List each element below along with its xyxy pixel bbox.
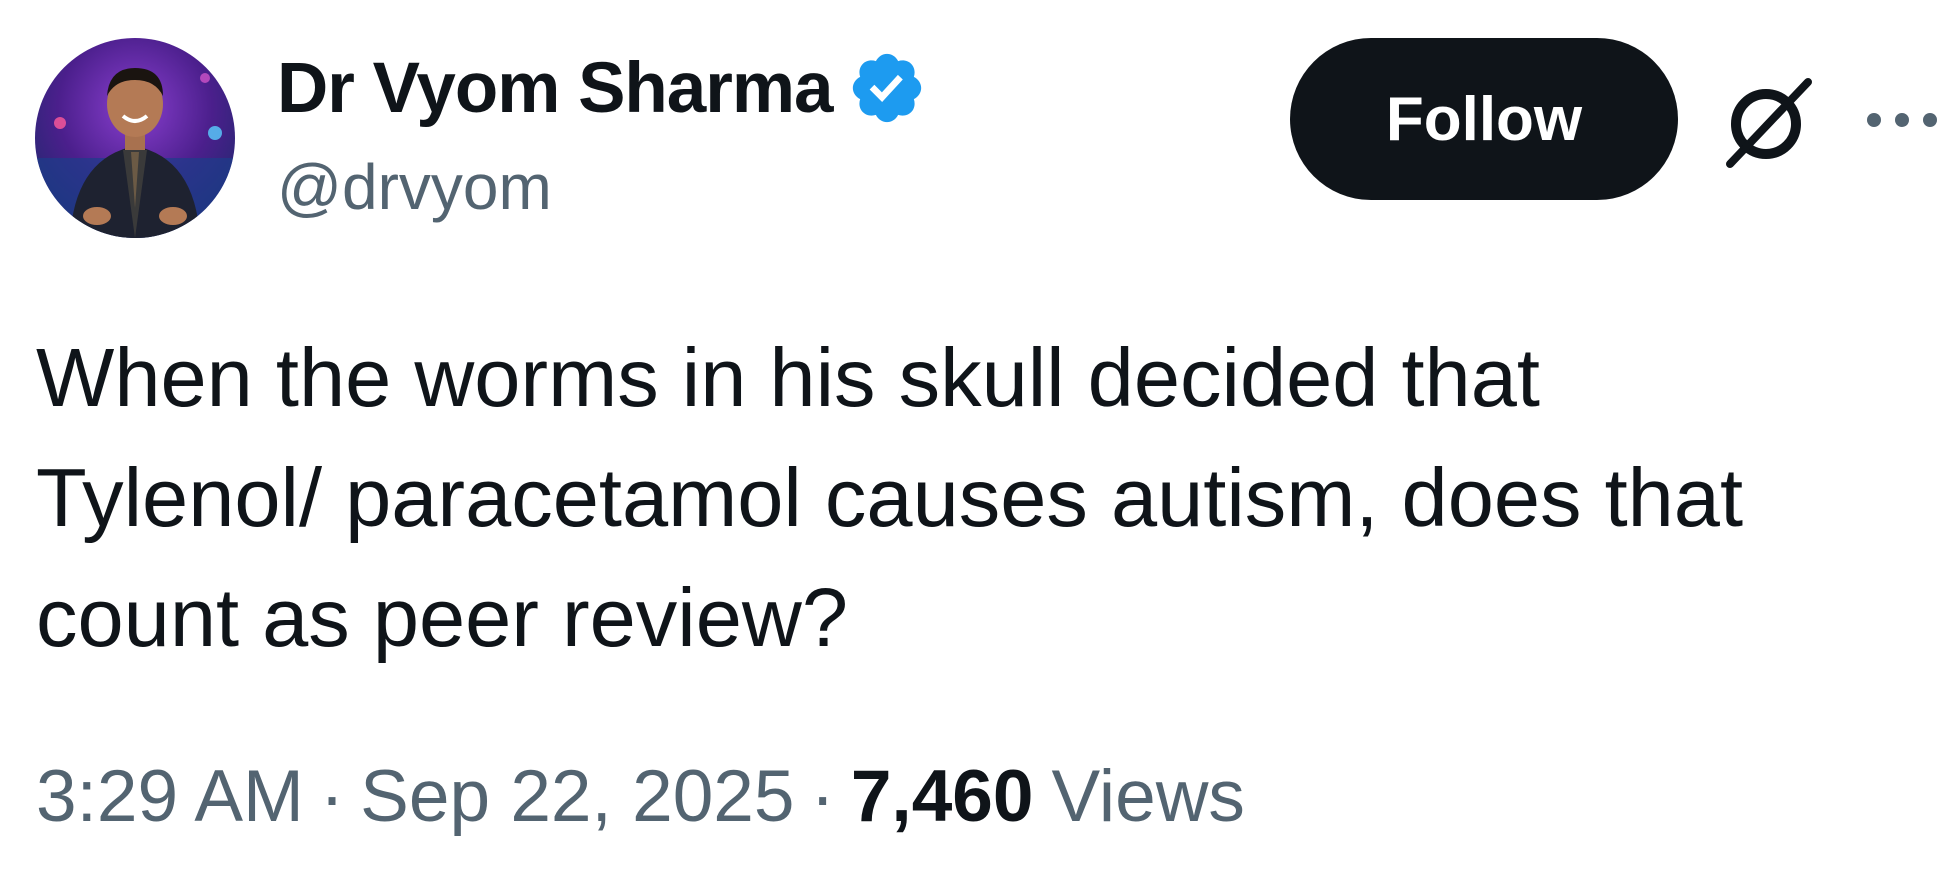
tweet-time[interactable]: 3:29 AM bbox=[36, 755, 304, 838]
tweet: Dr Vyom Sharma @drvyom Follow When the w… bbox=[0, 0, 1946, 876]
tweet-text: When the worms in his skull decided that… bbox=[36, 331, 1744, 664]
meta-separator: · bbox=[810, 756, 835, 837]
author-handle[interactable]: @drvyom bbox=[277, 150, 552, 224]
tweet-date[interactable]: Sep 22, 2025 bbox=[360, 755, 794, 838]
follow-button[interactable]: Follow bbox=[1290, 38, 1678, 200]
avatar[interactable] bbox=[35, 38, 235, 238]
author-name-row[interactable]: Dr Vyom Sharma bbox=[277, 48, 927, 128]
tweet-meta: 3:29 AM · Sep 22, 2025 · 7,460 Views bbox=[36, 755, 1245, 838]
display-name[interactable]: Dr Vyom Sharma bbox=[277, 48, 834, 129]
verified-badge-icon[interactable] bbox=[847, 48, 927, 128]
grok-icon[interactable] bbox=[1716, 72, 1816, 172]
meta-separator: · bbox=[319, 756, 345, 837]
more-icon[interactable] bbox=[1862, 100, 1942, 140]
views-label[interactable]: Views bbox=[1052, 755, 1245, 838]
views-count[interactable]: 7,460 bbox=[851, 755, 1034, 838]
